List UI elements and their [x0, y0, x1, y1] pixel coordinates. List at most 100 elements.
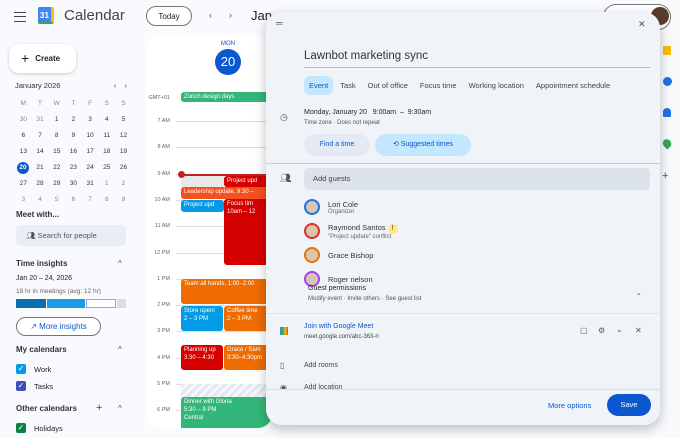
drag-handle-icon[interactable]: ═ [276, 18, 282, 28]
mini-cal-day[interactable]: 2 [65, 114, 82, 126]
event-team-all-hands[interactable]: Team all hands, 1:00–2:00 [181, 279, 271, 304]
tab-event[interactable]: Event [304, 76, 334, 95]
tasks-icon[interactable] [663, 77, 672, 86]
mini-cal-day[interactable]: 31 [82, 178, 99, 190]
event-title-input[interactable]: Lawnbot marketing sync [304, 50, 650, 68]
guest-permissions-title[interactable]: Guest permissions [308, 285, 366, 292]
tab-focus-time[interactable]: Focus time [415, 76, 462, 95]
mini-cal-day[interactable]: 6 [15, 130, 32, 142]
remove-meet-icon[interactable]: ✕ [635, 326, 642, 335]
tab-working-location[interactable]: Working location [464, 76, 529, 95]
collapse-my-calendars-icon[interactable]: ^ [118, 345, 122, 354]
mini-cal-day[interactable]: 30 [15, 114, 32, 126]
mini-cal-day[interactable]: 2 [115, 178, 132, 190]
event-zurich-design-days[interactable]: Zürich design days [181, 92, 271, 102]
mini-cal-day[interactable]: 28 [32, 178, 49, 190]
event-focus-time[interactable]: Focus tim 10am – 12 [224, 199, 272, 265]
event-datetime[interactable]: Monday, January 20 9:00am – 9:30am [304, 109, 431, 116]
more-insights-button[interactable]: ↗ More insights [16, 317, 101, 336]
mini-cal-day[interactable]: 22 [48, 162, 65, 174]
collapse-insights-icon[interactable]: ^ [118, 259, 122, 268]
mini-cal-day[interactable]: 5 [48, 194, 65, 206]
mini-cal-day[interactable]: 27 [15, 178, 32, 190]
mini-cal-day[interactable]: 9 [115, 194, 132, 206]
mini-cal-day[interactable]: 31 [32, 114, 49, 126]
mini-cal-day[interactable]: 25 [98, 162, 115, 174]
mini-cal-day[interactable]: 4 [32, 194, 49, 206]
mini-cal-day[interactable]: 7 [82, 194, 99, 206]
mini-cal-day[interactable]: 5 [115, 114, 132, 126]
checkbox-icon[interactable]: ✓ [16, 423, 26, 433]
mini-cal-day[interactable]: 9 [65, 130, 82, 142]
contacts-icon[interactable] [663, 108, 671, 117]
close-icon[interactable]: ✕ [638, 19, 646, 30]
mini-cal-day[interactable]: 30 [65, 178, 82, 190]
search-people-input[interactable]: 👥︎ Search for people [16, 225, 126, 246]
mini-next-icon[interactable]: › [125, 81, 128, 90]
guest-item[interactable]: Grace Bishop [304, 243, 398, 267]
mini-cal-day[interactable]: 1 [98, 178, 115, 190]
checkbox-icon[interactable]: ✓ [16, 381, 26, 391]
event-project-update[interactable]: Project upd [224, 176, 272, 187]
mini-cal-day[interactable]: 20 [17, 162, 29, 174]
mini-cal-day[interactable]: 19 [115, 146, 132, 158]
mini-cal-day[interactable]: 3 [15, 194, 32, 206]
event-store-opening[interactable]: Store openi 2 – 3 PM [181, 306, 223, 331]
add-rooms[interactable]: Add rooms [304, 362, 338, 369]
find-time-button[interactable]: Find a time [304, 134, 370, 156]
mini-cal-day[interactable]: 23 [65, 162, 82, 174]
event-coffee-time[interactable]: Coffee time 2 – 3 PM [224, 306, 272, 331]
mini-cal-day[interactable]: 7 [32, 130, 49, 142]
recurrence[interactable]: Time zone · Does not repeat [304, 120, 380, 126]
mini-cal-day[interactable]: 3 [82, 114, 99, 126]
checkbox-icon[interactable]: ✓ [16, 364, 26, 374]
calendar-item-holidays[interactable]: ✓ Holidays [16, 423, 63, 433]
mini-cal-day[interactable]: 1 [48, 114, 65, 126]
mini-cal-day[interactable]: 14 [32, 146, 49, 158]
next-button[interactable]: › [229, 10, 232, 20]
guest-item[interactable]: Raymond Santos ! "Project update" conflic… [304, 219, 398, 243]
mini-cal-day[interactable]: 12 [115, 130, 132, 142]
day-date[interactable]: 20 [215, 49, 241, 75]
event-dinner-with-gloria[interactable]: Dinner with Gloria 5:30 – 9 PM Central [181, 397, 271, 428]
create-button[interactable]: + Create [9, 44, 76, 73]
mini-cal-day[interactable]: 13 [15, 146, 32, 158]
mini-cal-day[interactable]: 6 [65, 194, 82, 206]
tab-out-of-office[interactable]: Out of office [363, 76, 413, 95]
mini-cal-day[interactable]: 11 [98, 130, 115, 142]
meet-options-chevron-icon[interactable]: ⌄ [616, 325, 623, 334]
chevron-down-icon[interactable]: ⌄ [636, 289, 642, 297]
today-button[interactable]: Today [146, 6, 192, 26]
add-calendar-icon[interactable]: + [96, 402, 102, 414]
add-addon-icon[interactable]: + [662, 170, 680, 182]
mini-cal-day[interactable]: 15 [48, 146, 65, 158]
event-leadership-update[interactable]: Leadership update, 9:30 – [181, 187, 271, 199]
copy-icon[interactable]: ▢ [580, 326, 588, 335]
event-grace-sam[interactable]: Grace / Sam 3:30–4:30pm [224, 345, 272, 370]
calendar-item-work[interactable]: ✓ Work [16, 364, 51, 374]
mini-cal-day[interactable]: 17 [82, 146, 99, 158]
mini-cal-day[interactable]: 21 [32, 162, 49, 174]
mini-cal-day[interactable]: 26 [115, 162, 132, 174]
keep-icon[interactable] [663, 46, 671, 55]
collapse-other-icon[interactable]: ^ [118, 404, 122, 413]
more-options-button[interactable]: More options [548, 401, 591, 410]
tab-appointment-schedule[interactable]: Appointment schedule [531, 76, 615, 95]
mini-cal-day[interactable]: 18 [98, 146, 115, 158]
mini-cal-day[interactable]: 8 [98, 194, 115, 206]
maps-icon[interactable] [660, 137, 674, 150]
mini-cal-day[interactable]: 24 [82, 162, 99, 174]
save-button[interactable]: Save [607, 394, 651, 416]
mini-prev-icon[interactable]: ‹ [114, 81, 117, 90]
mini-cal-day[interactable]: 4 [98, 114, 115, 126]
event-planning-update[interactable]: Planning up 3:30 – 4:30 [181, 345, 223, 370]
join-meet-link[interactable]: Join with Google Meet [304, 323, 373, 330]
event-project-update-2[interactable]: Project upd [181, 200, 224, 212]
main-menu-button[interactable] [14, 12, 26, 22]
mini-cal-day[interactable]: 10 [82, 130, 99, 142]
calendar-item-tasks[interactable]: ✓ Tasks [16, 381, 53, 391]
guest-item[interactable]: Lori Cole Organizer [304, 195, 398, 219]
suggested-times-button[interactable]: ⟲ Suggested times [375, 134, 471, 156]
tab-task[interactable]: Task [335, 76, 360, 95]
mini-cal-day[interactable]: 16 [65, 146, 82, 158]
